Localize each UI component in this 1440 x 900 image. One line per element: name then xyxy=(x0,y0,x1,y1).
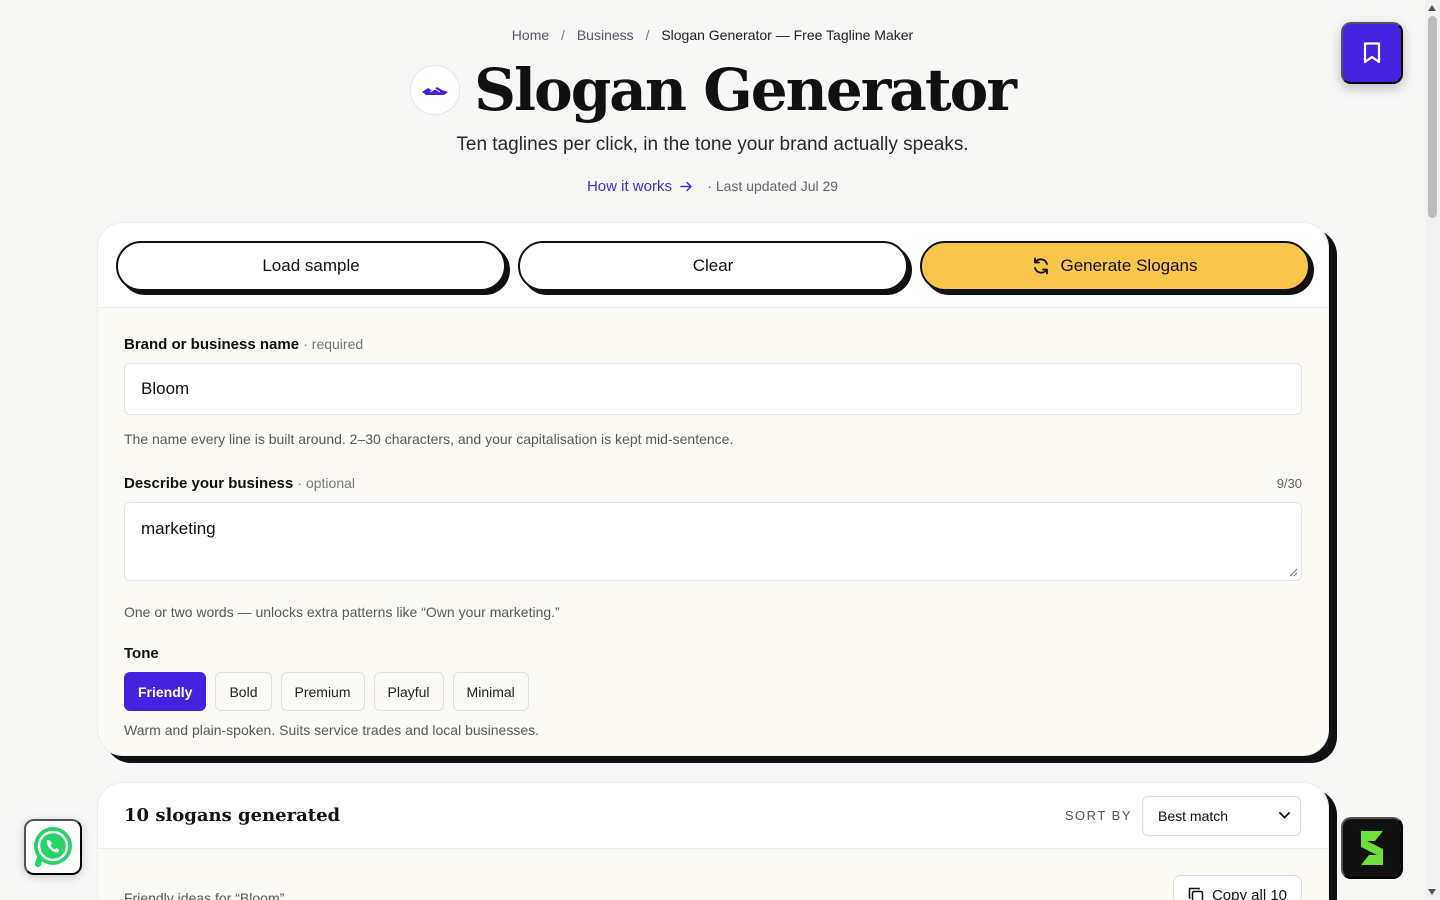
bookmark-icon xyxy=(1363,42,1381,64)
results-header: 10 slogans generated SORT BY Best match xyxy=(98,783,1328,849)
brand-name-value: Bloom xyxy=(141,379,190,398)
refresh-icon xyxy=(1034,257,1049,275)
title-row: Slogan Generator xyxy=(0,56,1425,124)
describe-business-label: Describe your business · optional xyxy=(124,475,355,492)
load-sample-button[interactable]: Load sample xyxy=(116,241,506,291)
breadcrumb-current: Slogan Generator — Free Tagline Maker xyxy=(661,27,914,43)
clear-label: Clear xyxy=(692,256,734,275)
breadcrumb: Home / Business / Slogan Generator — Fre… xyxy=(0,27,1425,43)
scroll-up-arrow[interactable] xyxy=(1428,5,1436,11)
generate-slogans-button[interactable]: Generate Slogans xyxy=(920,241,1310,291)
generator-card: Load sample Clear Generate Slogans Brand… xyxy=(97,222,1329,756)
describe-business-value: marketing xyxy=(141,519,216,538)
whatsapp-button[interactable] xyxy=(24,819,82,875)
page: Home / Business / Slogan Generator — Fre… xyxy=(0,0,1425,900)
tone-friendly[interactable]: Friendly xyxy=(124,672,207,711)
resize-grip-icon[interactable] xyxy=(1289,568,1298,577)
breadcrumb-home[interactable]: Home xyxy=(512,27,549,43)
optional-hint: · optional xyxy=(297,475,355,491)
describe-business-textarea[interactable]: marketing xyxy=(124,502,1302,581)
tone-premium[interactable]: Premium xyxy=(280,672,365,711)
handshake-icon xyxy=(422,87,449,95)
scroll-down-arrow[interactable] xyxy=(1428,889,1436,895)
describe-label-row: Describe your business · optional 9/30 xyxy=(124,475,1302,492)
describe-business-label-text: Describe your business xyxy=(124,475,294,492)
brand-name-label-text: Brand or business name xyxy=(124,336,300,353)
tone-bold[interactable]: Bold xyxy=(215,672,272,711)
copy-icon xyxy=(1188,887,1204,900)
action-bar: Load sample Clear Generate Slogans xyxy=(98,223,1328,308)
page-title: Slogan Generator xyxy=(474,56,1017,124)
tone-minimal[interactable]: Minimal xyxy=(452,672,529,711)
meta-row: How it works · Last updated Jul 29 xyxy=(0,178,1425,195)
breadcrumb-separator: / xyxy=(561,27,565,43)
tone-options: Friendly Bold Premium Playful Minimal xyxy=(124,672,1302,711)
describe-business-help: One or two words — unlocks extra pattern… xyxy=(124,604,560,620)
breadcrumb-business[interactable]: Business xyxy=(577,27,634,43)
copy-all-label: Copy all 10 xyxy=(1211,886,1287,900)
sort-control: SORT BY Best match xyxy=(1064,795,1301,836)
how-it-works-link[interactable]: How it works xyxy=(587,178,697,195)
how-it-works-label: How it works xyxy=(586,178,672,195)
required-hint: · required xyxy=(303,336,364,352)
results-body: Friendly ideas for “Bloom” Copy all 10 xyxy=(98,849,1328,900)
vertical-scrollbar[interactable] xyxy=(1425,0,1440,900)
page-subtitle: Ten taglines per click, in the tone your… xyxy=(456,134,969,155)
s-logo-button[interactable] xyxy=(1341,817,1403,879)
whatsapp-icon xyxy=(34,827,72,867)
results-subline: Friendly ideas for “Bloom” xyxy=(124,890,285,900)
sort-by-label: SORT BY xyxy=(1064,808,1132,823)
generate-slogans-label: Generate Slogans xyxy=(1060,256,1198,275)
arrow-right-icon xyxy=(680,181,692,192)
form-body: Brand or business name · required Bloom … xyxy=(98,308,1328,738)
character-counter: 9/30 xyxy=(1276,476,1302,491)
brand-name-help: The name every line is built around. 2–3… xyxy=(124,431,734,447)
tone-label: Tone xyxy=(124,645,159,662)
site-logo xyxy=(410,65,461,115)
chevron-down-icon xyxy=(1279,812,1290,819)
sort-select-value: Best match xyxy=(1158,807,1229,824)
scroll-thumb[interactable] xyxy=(1428,16,1437,218)
copy-all-button[interactable]: Copy all 10 xyxy=(1172,875,1302,900)
brand-name-label: Brand or business name · required xyxy=(124,336,1302,353)
bookmark-button[interactable] xyxy=(1341,22,1403,84)
brand-name-input[interactable]: Bloom xyxy=(124,363,1302,415)
last-updated: · Last updated Jul 29 xyxy=(707,178,839,194)
breadcrumb-separator: / xyxy=(645,27,650,43)
clear-button[interactable]: Clear xyxy=(518,241,908,291)
sort-select[interactable]: Best match xyxy=(1142,795,1301,836)
load-sample-label: Load sample xyxy=(262,256,360,275)
results-card: 10 slogans generated SORT BY Best match … xyxy=(97,782,1329,900)
s-logo-icon xyxy=(1361,831,1383,865)
results-title: 10 slogans generated xyxy=(124,805,341,826)
tone-help: Warm and plain-spoken. Suits service tra… xyxy=(124,722,540,738)
tone-playful[interactable]: Playful xyxy=(373,672,444,711)
